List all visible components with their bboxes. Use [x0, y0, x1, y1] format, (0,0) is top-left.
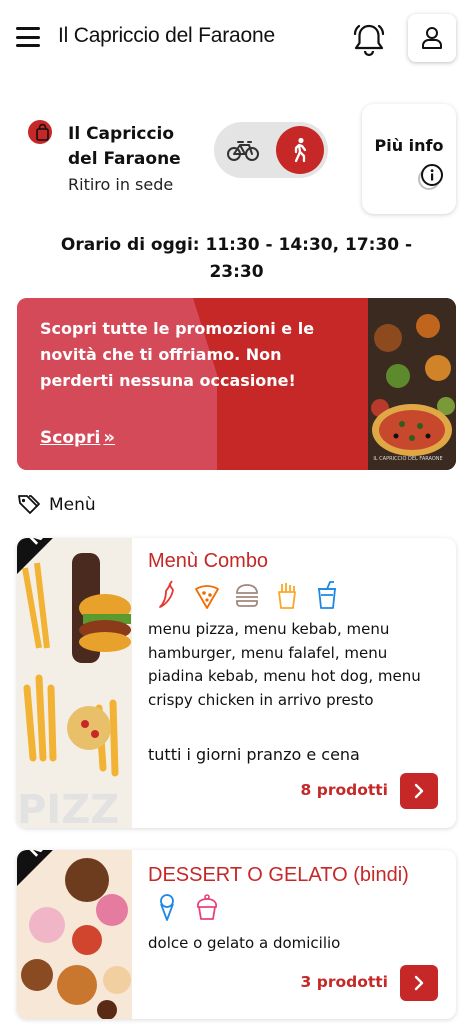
open-menu-button[interactable] [400, 965, 438, 1001]
app-header: Il Capriccio del Faraone [0, 0, 473, 76]
hamburger-icon[interactable] [16, 27, 40, 47]
menu-category-icons [154, 580, 340, 610]
more-info-label: Più info [374, 136, 444, 155]
account-button[interactable] [408, 14, 456, 62]
more-info-button[interactable]: Più info [362, 104, 456, 214]
menu-description: menu pizza, menu kebab, menu hamburger, … [148, 620, 421, 709]
tags-icon [18, 495, 40, 514]
info-icon [418, 164, 443, 190]
promo-cta-label: Scopri [40, 428, 101, 448]
menu-title: Menù Combo [148, 550, 269, 572]
service-mode: Ritiro in sede [68, 175, 174, 194]
opening-hours: Orario di oggi: 11:30 - 14:30, 17:30 - 2… [60, 235, 413, 282]
menu-card[interactable]: NEW NE DESSERT O GELATO (bindi) dolce o … [17, 850, 456, 1019]
menu-description: dolce o gelato a domicilio [148, 934, 341, 952]
promo-cta-link[interactable]: Scopri» [40, 427, 115, 448]
fries-icon [278, 583, 296, 609]
user-icon [422, 27, 442, 49]
pizza-icon [195, 585, 219, 609]
bike-icon[interactable] [226, 137, 260, 163]
app-title: Il Capriccio del Faraone [58, 24, 275, 47]
burger-icon [236, 584, 258, 607]
chevron-right-icon [414, 975, 424, 991]
store-name: Il Capriccio del Faraone [68, 124, 181, 169]
double-chevron-icon: » [103, 427, 116, 448]
ice-cream-icon [160, 894, 174, 921]
menu-product-count: 8 prodotti [300, 781, 388, 799]
walking-icon [294, 137, 307, 163]
drink-icon [318, 581, 336, 609]
bell-icon[interactable] [352, 22, 386, 58]
menu-category-icons [154, 892, 220, 922]
menu-card[interactable]: PIZZ NEW NE Menù Combo menu pizza, menu … [17, 538, 456, 828]
promo-banner[interactable]: Scopri tutte le promozioni e le novità c… [17, 298, 456, 470]
open-menu-button[interactable] [400, 773, 438, 809]
store-bag-icon [28, 120, 52, 144]
walk-option[interactable] [276, 126, 324, 174]
menu-section-label: Menù [49, 495, 96, 515]
menu-availability: tutti i giorni pranzo e cena [148, 745, 360, 764]
promo-text: Scopri tutte le promozioni e le novità c… [40, 319, 315, 390]
chevron-right-icon [414, 783, 424, 799]
menu-card-image: NEW NE [17, 850, 132, 1019]
svg-text:PIZZ: PIZZ [17, 787, 119, 828]
promo-food-image [368, 298, 456, 470]
chili-icon [159, 580, 174, 608]
menu-card-image: PIZZ NEW NE [17, 538, 132, 828]
menu-product-count: 3 prodotti [300, 973, 388, 991]
promo-image-caption: IL CAPRICCIO DEL FARAONE [373, 456, 443, 462]
delivery-mode-toggle[interactable] [214, 122, 328, 178]
cupcake-icon [196, 894, 218, 920]
menu-section-header: Menù [17, 493, 96, 517]
menu-title: DESSERT O GELATO (bindi) [148, 864, 409, 886]
